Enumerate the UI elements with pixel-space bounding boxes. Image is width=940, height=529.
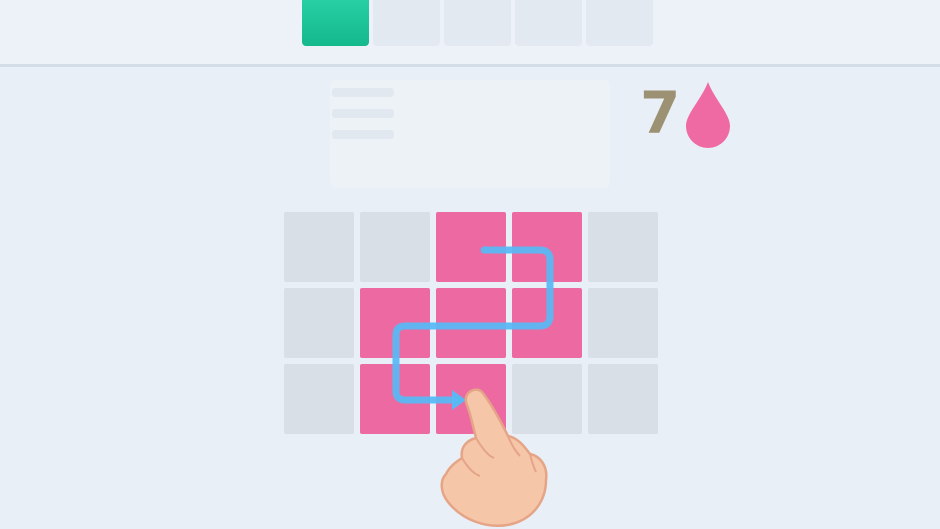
moves-count: 7	[640, 79, 681, 147]
board-cell-empty[interactable]	[284, 364, 354, 434]
drop-icon	[686, 82, 731, 148]
divider	[0, 64, 940, 67]
level-progress	[302, 0, 653, 46]
game-board	[284, 212, 658, 434]
progress-step-pending	[373, 0, 440, 46]
board-cell-filled[interactable]	[360, 364, 430, 434]
board-cell-filled[interactable]	[436, 288, 506, 358]
faded-line	[332, 88, 394, 97]
progress-step-pending	[444, 0, 511, 46]
progress-step-complete	[302, 0, 369, 46]
board-cell-filled[interactable]	[360, 288, 430, 358]
moves-counter: 7	[640, 78, 732, 148]
board-cell-empty[interactable]	[588, 364, 658, 434]
progress-step-pending	[515, 0, 582, 46]
board-cell-empty[interactable]	[360, 212, 430, 282]
board-cell-filled[interactable]	[512, 288, 582, 358]
faded-lines	[332, 88, 394, 151]
faded-line	[332, 130, 394, 139]
board-cell-empty[interactable]	[284, 288, 354, 358]
board-cell-filled[interactable]	[512, 212, 582, 282]
top-bar	[0, 0, 940, 66]
board-cell-empty[interactable]	[284, 212, 354, 282]
board-cell-empty[interactable]	[588, 212, 658, 282]
board-cell-empty[interactable]	[512, 364, 582, 434]
board-cell-filled[interactable]	[436, 364, 506, 434]
progress-step-pending	[586, 0, 653, 46]
faded-line	[332, 109, 394, 118]
board-cell-empty[interactable]	[588, 288, 658, 358]
board-cell-filled[interactable]	[436, 212, 506, 282]
